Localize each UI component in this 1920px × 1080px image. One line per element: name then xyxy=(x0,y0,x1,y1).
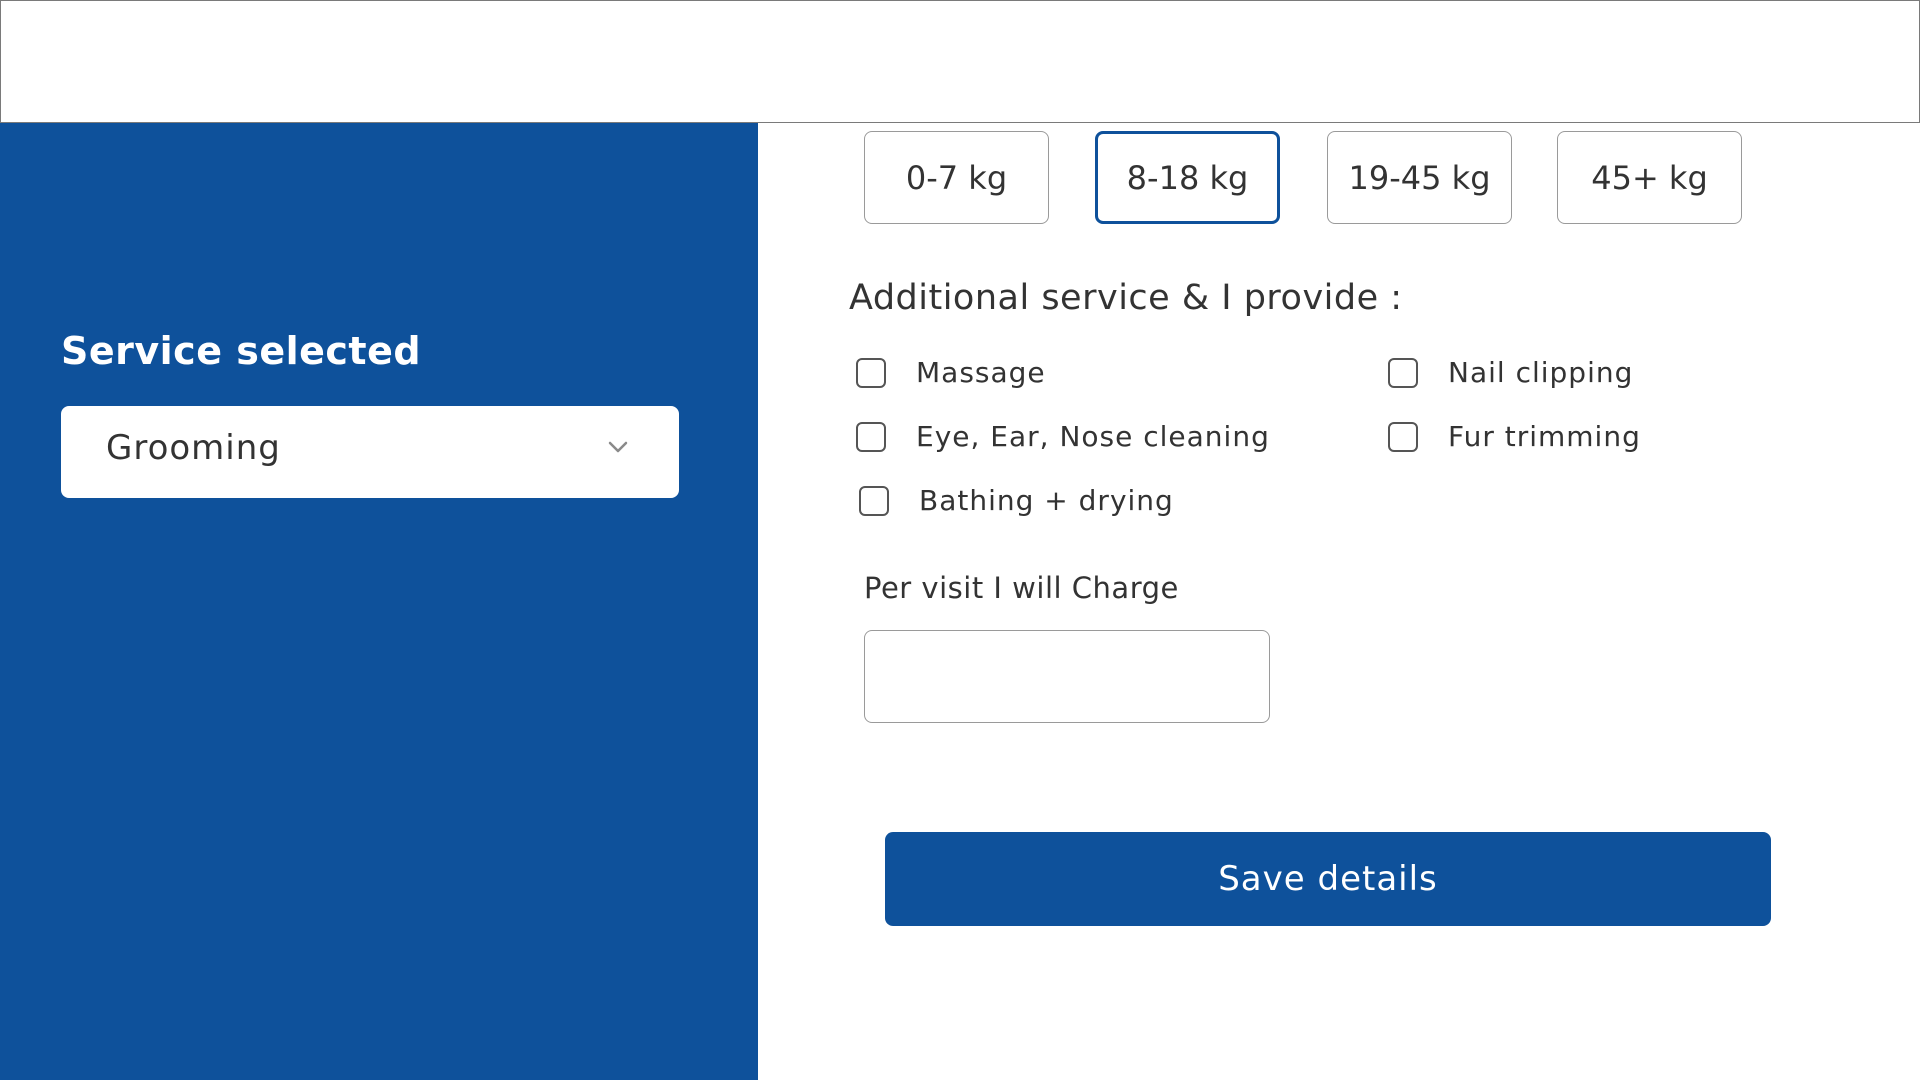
bathing-drying-label: Bathing + drying xyxy=(919,484,1174,517)
top-bar xyxy=(0,0,1920,123)
massage-label: Massage xyxy=(916,356,1046,389)
service-select-dropdown[interactable]: Grooming xyxy=(61,406,679,498)
fur-trimming-label: Fur trimming xyxy=(1448,420,1641,453)
option-massage[interactable]: Massage xyxy=(856,356,1046,389)
service-select-value: Grooming xyxy=(106,428,281,468)
chevron-down-icon xyxy=(607,436,629,458)
service-selected-title: Service selected xyxy=(61,329,422,373)
fur-trimming-checkbox[interactable] xyxy=(1388,421,1418,452)
eye-ear-nose-cleaning-checkbox[interactable] xyxy=(856,421,886,452)
save-details-button[interactable]: Save details xyxy=(885,832,1771,926)
left-panel xyxy=(0,123,758,1080)
weight-option-19-45kg[interactable]: 19-45 kg xyxy=(1327,131,1512,224)
massage-checkbox[interactable] xyxy=(856,357,886,388)
weight-option-45plus-kg[interactable]: 45+ kg xyxy=(1557,131,1742,224)
weight-option-0-7kg[interactable]: 0-7 kg xyxy=(864,131,1049,224)
option-eye-ear-nose-cleaning[interactable]: Eye, Ear, Nose cleaning xyxy=(856,420,1270,453)
option-bathing-drying[interactable]: Bathing + drying xyxy=(859,484,1174,517)
per-visit-charge-label: Per visit I will Charge xyxy=(864,571,1179,605)
nail-clipping-checkbox[interactable] xyxy=(1388,357,1418,388)
option-nail-clipping[interactable]: Nail clipping xyxy=(1388,356,1633,389)
weight-option-8-18kg[interactable]: 8-18 kg xyxy=(1095,131,1280,224)
additional-service-heading: Additional service & I provide : xyxy=(849,278,1403,318)
per-visit-charge-input[interactable] xyxy=(864,630,1270,723)
nail-clipping-label: Nail clipping xyxy=(1448,356,1634,389)
bathing-drying-checkbox[interactable] xyxy=(859,485,889,516)
option-fur-trimming[interactable]: Fur trimming xyxy=(1388,420,1641,453)
eye-ear-nose-cleaning-label: Eye, Ear, Nose cleaning xyxy=(916,420,1270,453)
